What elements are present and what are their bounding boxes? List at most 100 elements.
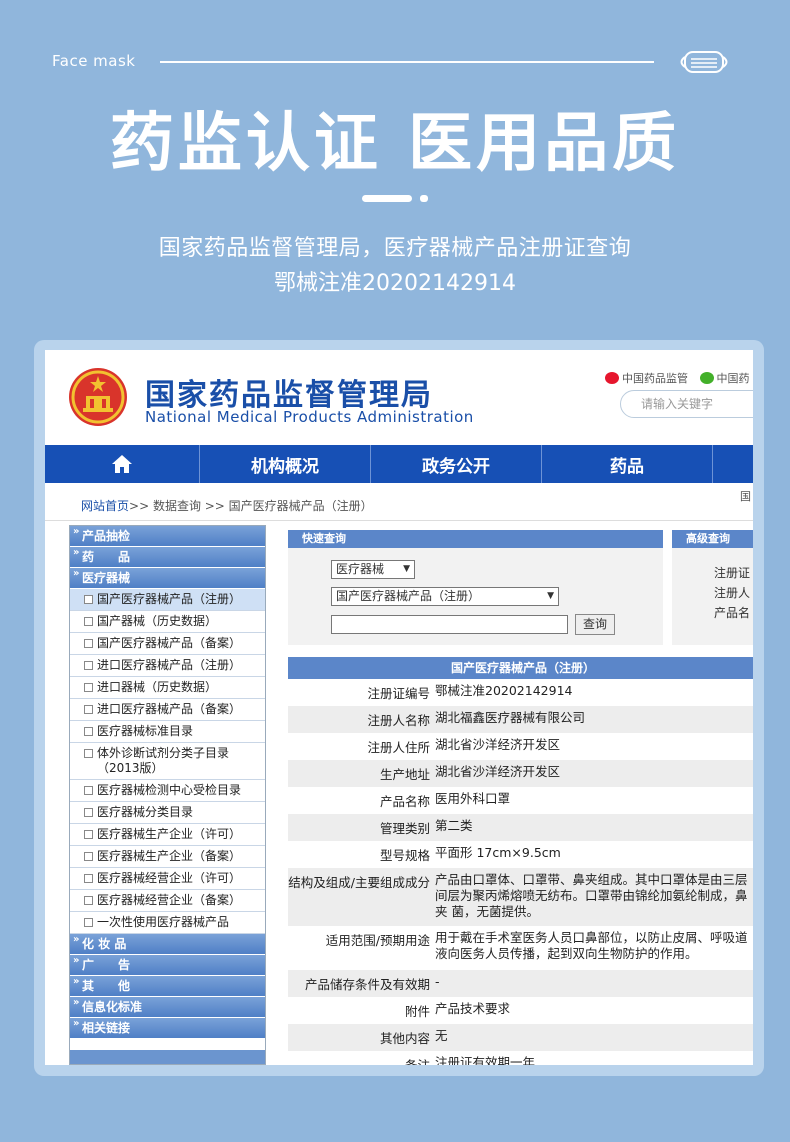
field-label: 注册人住所: [367, 740, 430, 755]
weibo-link[interactable]: 中国药品监管: [605, 370, 688, 386]
sidebar-item-domestic-device-registered[interactable]: 国产医疗器械产品（注册）: [70, 589, 265, 611]
sidebar-item[interactable]: 进口医疗器械产品（注册）: [70, 655, 265, 677]
dropdown-arrow-icon: ▼: [403, 564, 410, 574]
nav-drugs[interactable]: 药品: [542, 445, 713, 483]
breadcrumb: 网站首页>> 数据查询 >> 国产医疗器械产品（注册）: [81, 497, 373, 514]
category-select[interactable]: 医疗器械 ▼: [331, 560, 415, 579]
sidebar-item[interactable]: 国产医疗器械产品（备案）: [70, 633, 265, 655]
field-value: 注册证有效期一年: [435, 1055, 536, 1065]
field-label: 管理类别: [379, 821, 430, 836]
result-table-title: 国产医疗器械产品（注册）: [288, 657, 753, 679]
query-button[interactable]: 查询: [575, 614, 615, 635]
sidebar-category[interactable]: 化 妆 品: [70, 929, 265, 955]
sidebar-footer: [70, 1050, 265, 1064]
site-search-input[interactable]: 请输入关键字: [620, 390, 753, 418]
table-row: 其他内容无: [288, 1024, 753, 1051]
quick-query-panel: 快速查询 医疗器械 ▼ 国产医疗器械产品（注册） ▼ 查询: [288, 530, 663, 645]
registration-number: 鄂械注准20202142914: [274, 271, 516, 296]
table-row: 产品储存条件及有效期 -: [288, 970, 753, 997]
accent-dash: [362, 195, 412, 202]
sidebar-category[interactable]: 药 品: [70, 542, 265, 568]
table-row: 生产地址 湖北省沙洋经济开发区: [288, 760, 753, 787]
headline: 药监认证 医用品质: [109, 107, 681, 181]
table-row: 注册人名称 湖北福鑫医疗器械有限公司: [288, 706, 753, 733]
sidebar-category[interactable]: 相关链接: [70, 1013, 265, 1039]
weibo-icon: [605, 372, 619, 384]
database-select[interactable]: 国产医疗器械产品（注册） ▼: [331, 587, 559, 606]
field-label: 备注: [288, 1051, 433, 1065]
field-label: 其他内容: [379, 1031, 430, 1046]
field-value: 用于戴在手术室医务人员口鼻部位，以防止皮屑、呼吸道 液向医务人员传播，起到双向生…: [435, 930, 748, 961]
divider-line: [160, 61, 654, 63]
field-label: 附件: [404, 1004, 430, 1019]
field-value: 产品技术要求: [435, 1001, 511, 1016]
sidebar-item[interactable]: 医疗器械经营企业（许可）: [70, 868, 265, 890]
wechat-link[interactable]: 中国药: [699, 370, 750, 386]
query-input[interactable]: [331, 615, 568, 634]
sidebar-item[interactable]: 医疗器械生产企业（备案）: [70, 846, 265, 868]
table-row: 产品名称 医用外科口罩: [288, 787, 753, 814]
field-value: -: [435, 974, 440, 989]
field-value: 无: [435, 1028, 448, 1043]
sidebar-item[interactable]: 医疗器械标准目录: [70, 721, 265, 743]
sidebar-item[interactable]: 医疗器械经营企业（备案）: [70, 890, 265, 912]
table-row: 注册人住所 湖北省沙洋经济开发区: [288, 733, 753, 760]
breadcrumb-right: 国: [740, 490, 751, 503]
field-label: 注册证编号: [367, 686, 430, 701]
sidebar-item[interactable]: 医疗器械分类目录: [70, 802, 265, 824]
advanced-query-panel: 高级查询 注册证 注册人 产品名: [672, 530, 753, 645]
sidebar-category[interactable]: 广 告: [70, 950, 265, 976]
sidebar-item[interactable]: 体外诊断试剂分类子目录（2013版）: [70, 743, 265, 780]
table-row: 型号规格 平面形 17cm×9.5cm: [288, 841, 753, 868]
field-label: 型号规格: [379, 848, 430, 863]
sidebar-item[interactable]: 进口医疗器械产品（备案）: [70, 699, 265, 721]
breadcrumb-home[interactable]: 网站首页: [81, 499, 129, 513]
sidebar-item[interactable]: 一次性使用医疗器械产品: [70, 912, 265, 934]
field-value: 第二类: [435, 818, 473, 833]
field-value: 产品由口罩体、口罩带、鼻夹组成。其中口罩体是由三层 间层为聚丙烯熔喷无纺布。口罩…: [435, 872, 748, 918]
quick-query-title: 快速查询: [288, 530, 663, 548]
website-screenshot: 国家药品监督管理局 National Medical Products Admi…: [45, 350, 753, 1065]
field-value: 湖北福鑫医疗器械有限公司: [435, 710, 586, 725]
table-row: 注册证编号 鄂械注准20202142914: [288, 679, 753, 706]
table-row: 结构及组成/主要组成成分 产品由口罩体、口罩带、鼻夹组成。其中口罩体是由三层 间层…: [288, 868, 753, 926]
advanced-query-field: 注册人: [714, 586, 751, 600]
breadcrumb-divider: [45, 520, 753, 521]
table-row: 适用范围/预期用途 用于戴在手术室医务人员口鼻部位，以防止皮屑、呼吸道 液向医务人…: [288, 926, 753, 970]
wechat-icon: [699, 372, 714, 384]
field-value: 湖北省沙洋经济开发区: [435, 764, 561, 779]
nav-home[interactable]: [45, 445, 200, 483]
nav-government-affairs[interactable]: 政务公开: [371, 445, 542, 483]
dropdown-arrow-icon: ▼: [547, 591, 554, 601]
field-label: 注册人名称: [367, 713, 430, 728]
field-value: 鄂械注准20202142914: [435, 683, 573, 698]
sidebar-category[interactable]: 医疗器械: [70, 563, 265, 589]
field-label: 结构及组成/主要组成成分: [288, 875, 430, 890]
breadcrumb-path: >> 数据查询 >> 国产医疗器械产品（注册）: [129, 499, 373, 513]
nav-institution[interactable]: 机构概况: [200, 445, 371, 483]
field-value: 医用外科口罩: [435, 791, 511, 806]
sidebar-item[interactable]: 医疗器械检测中心受检目录: [70, 780, 265, 802]
field-label: 产品名称: [379, 794, 430, 809]
advanced-query-field: 注册证: [714, 566, 751, 580]
sidebar: 产品抽检 药 品 医疗器械 国产医疗器械产品（注册） 国产器械（历史数据） 国产…: [69, 521, 266, 1065]
sidebar-item[interactable]: 医疗器械生产企业（许可）: [70, 824, 265, 846]
table-row: 备注注册证有效期一年: [288, 1051, 753, 1065]
field-value: 湖北省沙洋经济开发区: [435, 737, 561, 752]
sidebar-item[interactable]: 国产器械（历史数据）: [70, 611, 265, 633]
advanced-query-field: 产品名: [714, 606, 751, 620]
sidebar-category[interactable]: 信息化标准: [70, 992, 265, 1018]
field-label: 生产地址: [379, 767, 430, 782]
table-row: 附件 产品技术要求: [288, 997, 753, 1024]
field-label: 适用范围/预期用途: [325, 933, 430, 948]
face-mask-icon: [680, 51, 728, 73]
sidebar-category[interactable]: 其 他: [70, 971, 265, 997]
table-row: 管理类别 第二类: [288, 814, 753, 841]
subtitle: 国家药品监督管理局，医疗器械产品注册证查询: [158, 236, 632, 261]
site-name-en: National Medical Products Administration: [145, 408, 474, 426]
social-links: 中国药品监管 中国药: [605, 370, 753, 387]
national-emblem-icon: [69, 368, 127, 426]
sidebar-category[interactable]: 产品抽检: [70, 521, 265, 547]
sidebar-item[interactable]: 进口器械（历史数据）: [70, 677, 265, 699]
advanced-query-title: 高级查询: [672, 530, 753, 548]
